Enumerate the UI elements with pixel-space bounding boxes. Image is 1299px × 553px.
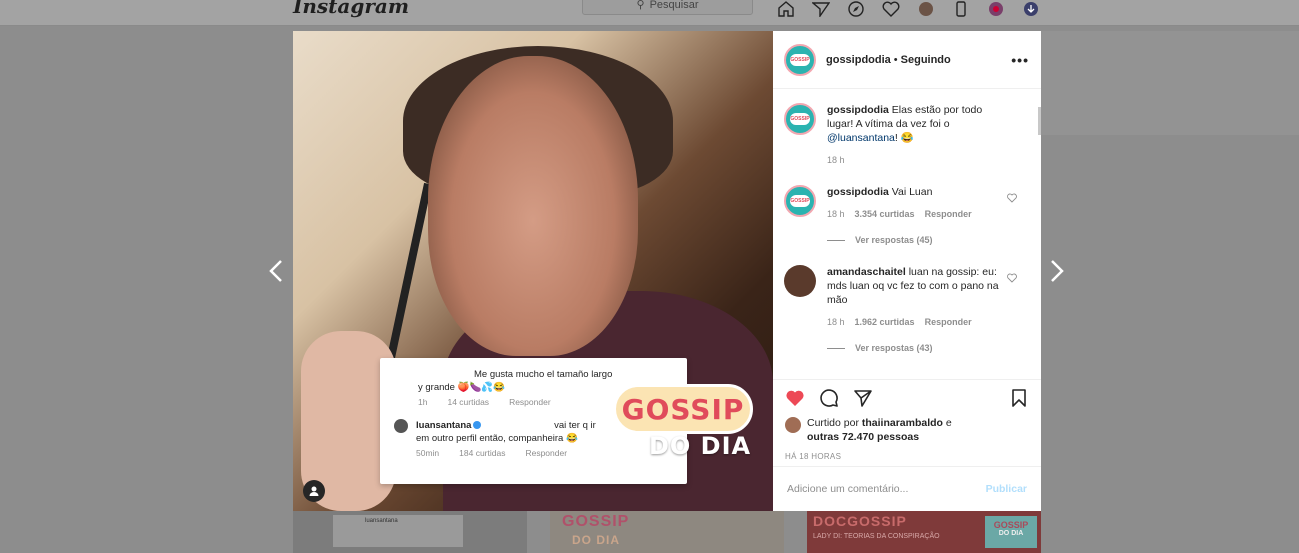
view-replies-button[interactable]: Ver respostas (43) <box>827 343 1011 353</box>
top-navigation: Instagram ⚲ Pesquisar <box>0 0 1299 26</box>
like-heart-icon[interactable] <box>785 388 805 408</box>
card-comment-likes: 14 curtidas <box>447 397 490 407</box>
card-reply-avatar <box>394 419 408 433</box>
more-options-icon[interactable]: ••• <box>1011 52 1029 68</box>
comment-username[interactable]: gossipdodia <box>827 186 889 198</box>
caption-time[interactable]: 18 h <box>827 155 845 165</box>
view-replies-label: Ver respostas (43) <box>855 343 933 353</box>
view-replies-label: Ver respostas (45) <box>855 235 933 245</box>
tile-badge-text: GOSSIP <box>993 520 1029 530</box>
following-button[interactable]: Seguindo <box>901 54 951 66</box>
extension-icon[interactable] <box>987 1 1005 17</box>
tile-doc-title: DOCGOSSIP <box>813 513 907 529</box>
tile-comment-card <box>333 515 463 547</box>
card-reply-likes: 184 curtidas <box>459 448 506 458</box>
sticker-gossip-text: GOSSIP <box>613 384 753 434</box>
activity-heart-icon[interactable] <box>882 1 900 17</box>
author-username[interactable]: gossipdodia <box>826 54 891 66</box>
comment-reply-button[interactable]: Responder <box>925 209 972 219</box>
tile-username: luansantana <box>365 518 398 524</box>
replies-line <box>827 347 845 349</box>
card-reply-text2: em outro perfil então, companheira 😂 <box>416 433 578 444</box>
search-box[interactable]: ⚲ Pesquisar <box>582 0 753 15</box>
phone-icon[interactable] <box>952 1 970 17</box>
comment-item: amandaschaitel luan na gossip: eu: mds l… <box>773 245 1041 353</box>
comment-username[interactable]: amandaschaitel <box>827 266 906 278</box>
share-direct-icon[interactable] <box>853 388 873 408</box>
comment-likes[interactable]: 1.962 curtidas <box>855 317 915 327</box>
previous-post-arrow-icon[interactable] <box>266 258 288 284</box>
comment-input[interactable] <box>787 483 986 495</box>
comment-time[interactable]: 18 h <box>827 317 845 327</box>
comment-likes[interactable]: 3.354 curtidas <box>855 209 915 219</box>
liker-avatar <box>785 417 801 433</box>
background-post-tile[interactable] <box>1041 31 1299 135</box>
direct-icon[interactable] <box>812 1 830 17</box>
comment-item: GOSSIP gossipdodia Vai Luan 18 h 3.354 c… <box>773 165 1041 245</box>
comment-icon[interactable] <box>819 388 839 408</box>
replies-line <box>827 239 845 241</box>
download-extension-icon[interactable] <box>1022 1 1040 17</box>
comment-time[interactable]: 18 h <box>827 209 845 219</box>
background-post-tile[interactable]: GOSSIP DO DIA <box>550 511 784 553</box>
likes-summary[interactable]: Curtido por thaiinarambaldo e outras 72.… <box>785 416 1029 444</box>
explore-icon[interactable] <box>847 1 865 17</box>
likes-prefix: Curtido por <box>807 417 859 429</box>
verified-badge-icon <box>473 421 482 430</box>
comment-avatar[interactable]: GOSSIP <box>784 185 816 217</box>
next-post-arrow-icon[interactable] <box>1045 258 1067 284</box>
liker-username[interactable]: thaiinarambaldo <box>862 417 943 429</box>
tagged-users-icon[interactable] <box>303 480 325 502</box>
header-separator: • <box>893 53 898 66</box>
likes-others[interactable]: outras 72.470 pessoas <box>807 431 919 443</box>
comment-like-heart-icon[interactable] <box>1007 273 1017 283</box>
search-icon: ⚲ <box>636 0 645 11</box>
caption-username[interactable]: gossipdodia <box>827 104 889 116</box>
card-comment-line1: Me gusta mucho el tamaño largo <box>474 369 613 380</box>
publish-button[interactable]: Publicar <box>986 483 1027 495</box>
sticker-do-dia-text: DO DIA <box>649 432 752 460</box>
card-reply-username: luansantana <box>416 420 472 431</box>
caption-avatar[interactable]: GOSSIP <box>784 103 816 135</box>
gossip-do-dia-sticker: GOSSIP DO DIA <box>613 384 753 464</box>
background-post-tile[interactable]: luansantana <box>293 511 527 553</box>
post-image[interactable]: Me gusta mucho el tamaño largo y grande … <box>293 31 773 511</box>
tile-gossip-text: GOSSIP <box>562 513 630 530</box>
post-header: GOSSIP gossipdodia • Seguindo ••• <box>773 31 1041 89</box>
card-comment-time: 1h <box>418 397 428 407</box>
view-replies-button[interactable]: Ver respostas (45) <box>827 235 1011 245</box>
comment-like-heart-icon[interactable] <box>1007 193 1017 203</box>
search-placeholder: Pesquisar <box>649 0 699 11</box>
caption: GOSSIP gossipdodia Elas estão por todo l… <box>773 89 1041 165</box>
tile-doc-sub: LADY DI: TEORIAS DA CONSPIRAÇÃO <box>813 533 940 540</box>
post-details-panel: GOSSIP gossipdodia • Seguindo ••• GOSSIP… <box>773 31 1041 511</box>
post-time[interactable]: HÁ 18 HORAS <box>785 452 1029 461</box>
background-post-tile[interactable]: DOCGOSSIP LADY DI: TEORIAS DA CONSPIRAÇÃ… <box>807 511 1041 553</box>
comments-scrollbar[interactable] <box>1038 107 1041 135</box>
caption-mention-link[interactable]: @luansantana <box>827 132 895 144</box>
card-reply-reply: Responder <box>525 448 568 458</box>
card-comment-reply: Responder <box>509 397 551 407</box>
comment-avatar[interactable] <box>784 265 816 297</box>
instagram-logo[interactable]: Instagram <box>293 0 409 18</box>
likes-middle: e <box>945 417 952 429</box>
save-bookmark-icon[interactable] <box>1009 388 1029 408</box>
comment-text: Vai Luan <box>891 186 933 198</box>
card-reply-text1: vai ter q ir <box>554 420 596 431</box>
tile-gossip-sub: DO DIA <box>572 533 620 547</box>
add-comment-bar: Publicar <box>773 466 1041 511</box>
tile-badge: GOSSIP DO DIA <box>985 516 1037 548</box>
profile-avatar-icon[interactable] <box>917 1 935 17</box>
caption-text-end: ! 😂 <box>894 132 914 144</box>
post-actions: Curtido por thaiinarambaldo e outras 72.… <box>773 379 1041 461</box>
author-avatar[interactable]: GOSSIP <box>784 43 816 76</box>
comment-reply-button[interactable]: Responder <box>925 317 972 327</box>
home-icon[interactable] <box>777 1 795 17</box>
card-reply-time: 50min <box>416 448 440 458</box>
image-figure-face <box>428 56 638 356</box>
tile-badge-sub: DO DIA <box>998 530 1024 537</box>
comments-list[interactable]: GOSSIP gossipdodia Elas estão por todo l… <box>773 89 1041 379</box>
